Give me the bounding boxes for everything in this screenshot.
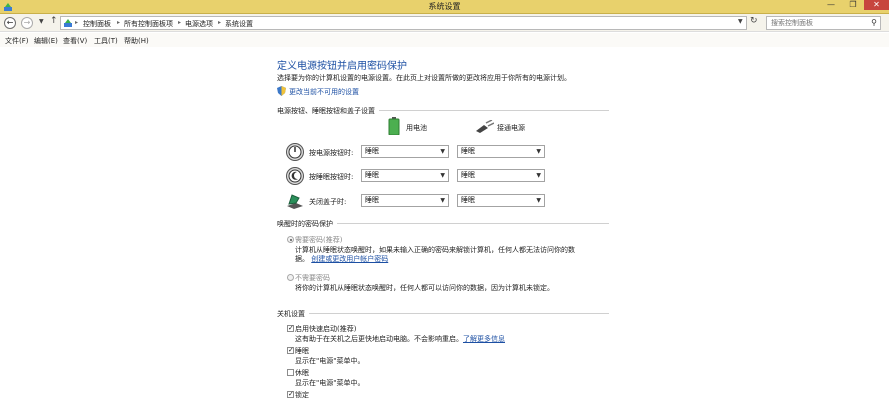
control-panel-icon [64,19,72,27]
learn-more-link[interactable]: 了解更多信息 [463,335,505,343]
sleep-option-label: 睡眠 [295,347,309,355]
menu-view[interactable]: 查看(V) [63,36,87,46]
forward-button[interactable]: → [21,17,33,29]
no-password-radio[interactable] [287,274,294,281]
create-password-link[interactable]: 创建或更改用户帐户密码 [311,255,388,263]
sleep-button-icon [286,167,304,185]
breadcrumb-system-settings[interactable]: 系统设置 [225,19,253,29]
sleep-option-description: 显示在"电源"菜单中。 [295,357,365,365]
password-group-label: 唤醒时的密码保护 [277,219,337,229]
close-lid-plugged-dropdown[interactable]: 睡眠 ▼ [457,194,545,207]
power-button-battery-dropdown[interactable]: 睡眠 ▼ [361,145,449,158]
lock-checkbox[interactable]: ✓ [287,391,294,398]
fast-startup-checkbox[interactable]: ✓ [287,325,294,332]
battery-icon [388,117,400,135]
page-description: 选择要为你的计算机设置的电源设置。在此页上对设置所做的更改将应用于你所有的电源计… [277,74,571,82]
require-password-label: 需要密码(推荐) [295,236,343,244]
chevron-down-icon: ▼ [536,148,541,155]
power-button-label: 按电源按钮时: [309,149,354,157]
address-bar[interactable]: ▸ 控制面板 ▸ 所有控制面板项 ▸ 电源选项 ▸ 系统设置 [60,16,747,30]
shutdown-group-label: 关机设置 [277,309,309,319]
window-title: 系统设置 [428,2,461,11]
shield-icon [277,86,286,96]
lock-option-label: 锁定 [295,391,309,399]
check-icon: ✓ [288,390,294,398]
plugged-in-column-header: 接通电源 [497,124,525,132]
fast-startup-description: 这有助于在关机之后更快地启动电脑。不会影响重启。了解更多信息 [295,334,505,344]
address-dropdown[interactable]: ▼ [738,18,743,25]
menu-edit[interactable]: 编辑(E) [34,36,58,46]
breadcrumb-separator-icon: ▸ [178,19,182,26]
breadcrumb-control-panel[interactable]: 控制面板 [83,19,111,29]
content-area: 定义电源按钮并启用密码保护 选择要为你的计算机设置的电源设置。在此页上对设置所做… [0,47,889,400]
address-row: ← → ▼ ↑ ▸ 控制面板 ▸ 所有控制面板项 ▸ 电源选项 ▸ 系统设置 ▼… [0,14,889,32]
battery-column-header: 用电池 [406,124,427,132]
power-button-icon [286,143,304,161]
page-title: 定义电源按钮并启用密码保护 [277,61,407,72]
require-password-description-line2: 据。 创建或更改用户帐户密码 [295,254,388,264]
fast-startup-label: 启用快速启动(推荐) [295,325,357,333]
recent-pages-dropdown[interactable]: ▼ [39,18,44,25]
breadcrumb-power-options[interactable]: 电源选项 [185,19,213,29]
close-lid-label: 关闭盖子时: [309,198,347,206]
no-password-label: 不需要密码 [295,274,330,282]
divider [277,313,609,314]
hibernate-option-label: 休眠 [295,369,309,377]
menu-bar: 文件(F) 编辑(E) 查看(V) 工具(T) 帮助(H) [0,33,889,47]
back-button[interactable]: ← [4,17,16,29]
dropdown-value: 睡眠 [461,171,475,179]
sleep-button-label: 按睡眠按钮时: [309,173,354,181]
search-icon[interactable]: ⚲ [871,18,877,27]
minimize-button[interactable]: — [820,0,842,10]
refresh-icon[interactable]: ↻ [750,16,758,26]
laptop-lid-icon [287,194,303,209]
close-lid-battery-dropdown[interactable]: 睡眠 ▼ [361,194,449,207]
no-password-description: 将你的计算机从睡眠状态唤醒时，任何人都可以访问你的数据，因为计算机未锁定。 [295,284,554,292]
hibernate-option-description: 显示在"电源"菜单中。 [295,379,365,387]
chevron-down-icon: ▼ [440,172,445,179]
up-button[interactable]: ↑ [50,16,58,26]
plug-icon [476,120,494,133]
breadcrumb-separator-icon: ▸ [218,19,222,26]
description-tail: 据。 [295,255,309,263]
hibernate-checkbox[interactable] [287,369,294,376]
menu-help[interactable]: 帮助(H) [124,36,149,46]
breadcrumb-separator-icon: ▸ [75,19,79,26]
search-input[interactable] [767,17,867,29]
chevron-down-icon: ▼ [536,197,541,204]
maximize-button[interactable]: ❐ [842,0,864,10]
change-unavailable-settings-link[interactable]: 更改当前不可用的设置 [289,87,359,97]
sleep-button-plugged-dropdown[interactable]: 睡眠 ▼ [457,169,545,182]
title-bar: 系统设置 — ❐ ✕ [0,0,889,14]
search-box: ⚲ [766,16,881,30]
menu-tools[interactable]: 工具(T) [94,36,118,46]
chevron-down-icon: ▼ [536,172,541,179]
menu-file[interactable]: 文件(F) [5,36,29,46]
require-password-radio[interactable] [287,236,294,243]
sleep-checkbox[interactable]: ✓ [287,347,294,354]
check-icon: ✓ [288,346,294,354]
dropdown-value: 睡眠 [365,147,379,155]
dropdown-value: 睡眠 [365,171,379,179]
power-button-plugged-dropdown[interactable]: 睡眠 ▼ [457,145,545,158]
dropdown-value: 睡眠 [461,196,475,204]
chevron-down-icon: ▼ [440,197,445,204]
close-button[interactable]: ✕ [864,0,889,10]
dropdown-value: 睡眠 [461,147,475,155]
chevron-down-icon: ▼ [440,148,445,155]
dropdown-value: 睡眠 [365,196,379,204]
check-icon: ✓ [288,324,294,332]
breadcrumb-all-items[interactable]: 所有控制面板项 [124,19,173,29]
sleep-button-battery-dropdown[interactable]: 睡眠 ▼ [361,169,449,182]
power-buttons-group-label: 电源按钮、睡眠按钮和盖子设置 [277,106,379,116]
breadcrumb-separator-icon: ▸ [117,19,121,26]
description-text: 这有助于在关机之后更快地启动电脑。不会影响重启。 [295,335,463,343]
